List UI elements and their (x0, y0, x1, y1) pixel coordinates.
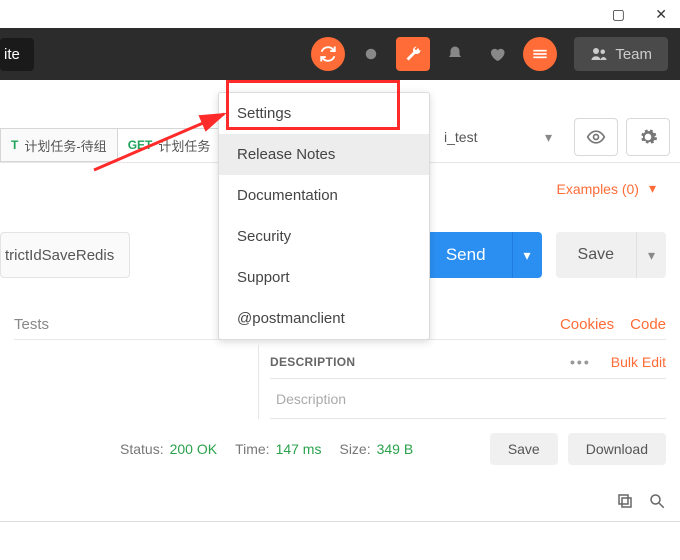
environment-selected: i_test (444, 129, 477, 145)
examples-label: Examples (0) (557, 181, 639, 197)
request-url-fragment: trictIdSaveRedis (5, 247, 114, 264)
description-input[interactable]: Description (270, 379, 666, 419)
more-icon[interactable]: ••• (564, 354, 597, 370)
wrench-dropdown-menu: Settings Release Notes Documentation Sec… (218, 92, 430, 340)
copy-icon[interactable] (616, 492, 634, 510)
team-button-label: Team (615, 46, 652, 63)
description-placeholder: Description (276, 391, 346, 407)
invite-button[interactable]: ite (0, 38, 34, 71)
cookies-link[interactable]: Cookies (560, 316, 614, 333)
team-button[interactable]: Team (574, 37, 668, 71)
size-label: Size: (339, 441, 370, 457)
status-label: Status: (120, 441, 164, 457)
send-dropdown[interactable]: ▾ (512, 232, 542, 278)
examples-dropdown[interactable]: Examples (0) ▾ (557, 180, 657, 197)
bell-icon[interactable] (438, 37, 472, 71)
environment-select[interactable]: i_test ▾ (430, 118, 566, 156)
annotation-arrow (90, 108, 240, 178)
download-response-button[interactable]: Download (568, 433, 666, 465)
menu-item-security[interactable]: Security (219, 216, 429, 257)
column-header-description: DESCRIPTION (270, 355, 355, 369)
tab-tests[interactable]: Tests (14, 316, 49, 333)
status-value: 200 OK (170, 441, 217, 457)
bulk-edit-link[interactable]: Bulk Edit (611, 354, 666, 370)
menu-item-settings[interactable]: Settings (219, 93, 429, 134)
window-close-icon[interactable]: ✕ (655, 6, 667, 23)
window-maximize-icon[interactable]: ▢ (612, 6, 625, 23)
menu-item-support[interactable]: Support (219, 257, 429, 298)
time-value: 147 ms (276, 441, 322, 457)
save-request-button[interactable]: Save (556, 232, 636, 278)
time-label: Time: (235, 441, 269, 457)
save-dropdown[interactable]: ▾ (636, 232, 666, 278)
search-icon[interactable] (648, 492, 666, 510)
user-avatar[interactable] (523, 37, 557, 71)
request-url-input[interactable]: trictIdSaveRedis (0, 232, 130, 278)
environment-settings-button[interactable] (626, 118, 670, 156)
menu-item-twitter[interactable]: @postmanclient (219, 298, 429, 339)
menu-item-release-notes[interactable]: Release Notes (219, 134, 429, 175)
sync-icon[interactable] (311, 37, 345, 71)
satellite-icon[interactable] (354, 37, 388, 71)
menu-item-documentation[interactable]: Documentation (219, 175, 429, 216)
environment-quicklook-button[interactable] (574, 118, 618, 156)
chevron-down-icon: ▾ (545, 129, 552, 146)
save-response-button[interactable]: Save (490, 433, 558, 465)
chevron-down-icon: ▾ (649, 180, 656, 197)
wrench-icon[interactable] (396, 37, 430, 71)
code-link[interactable]: Code (630, 316, 666, 333)
send-button[interactable]: Send (420, 232, 512, 278)
top-toolbar: ite Team (0, 28, 680, 80)
size-value: 349 B (377, 441, 414, 457)
heart-icon[interactable] (480, 37, 514, 71)
tab-method: T (11, 138, 18, 152)
